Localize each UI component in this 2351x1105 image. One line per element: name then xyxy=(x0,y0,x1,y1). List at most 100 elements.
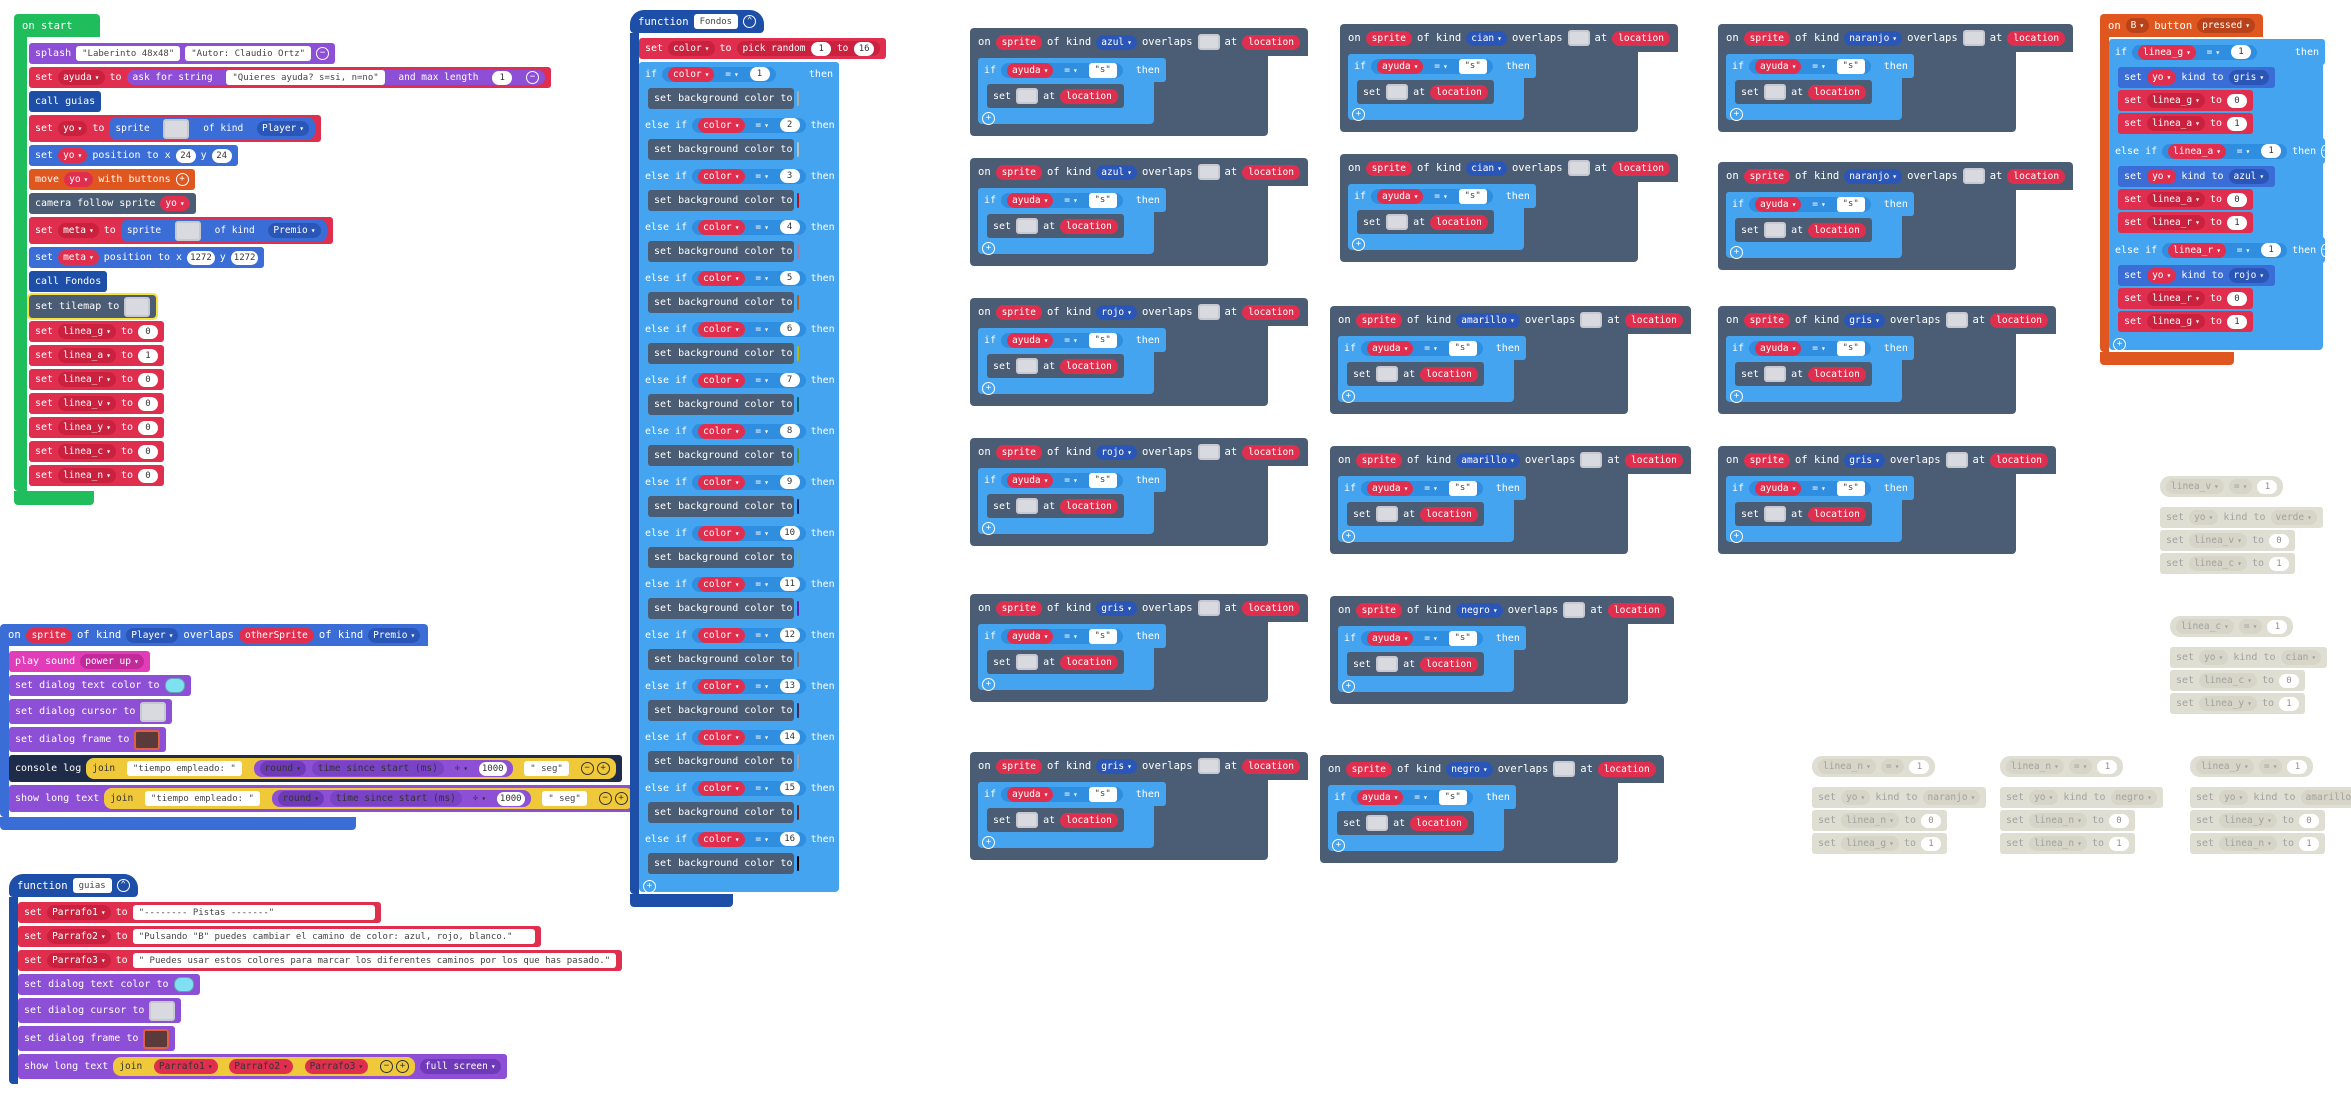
tile-image-icon[interactable] xyxy=(1962,30,1985,46)
tile-image-icon[interactable] xyxy=(1945,312,1968,328)
add-branch-icon[interactable]: + xyxy=(982,836,995,849)
guias-hat[interactable]: function guias ⌃ xyxy=(9,874,138,897)
set-background-color-block[interactable]: set background color to xyxy=(648,751,800,772)
disabled-block-group[interactable]: linea_y = 1 setyokind toamarillo setline… xyxy=(2190,756,2351,856)
if-branch-row[interactable]: else if color = 14 then − xyxy=(639,725,848,749)
if-row[interactable]: if ayuda = "s" then xyxy=(1328,785,1516,809)
tile-image-icon[interactable] xyxy=(1567,160,1590,176)
color-swatch[interactable] xyxy=(797,754,800,769)
if-block[interactable]: if ayuda = "s" then set at location + xyxy=(1338,626,1526,693)
disabled-set-var[interactable]: setlinea_cto0 xyxy=(2170,670,2305,691)
disabled-block-group[interactable]: linea_c = 1 setyokind tocian setlinea_ct… xyxy=(2170,616,2328,716)
set-background-color-block[interactable]: set background color to xyxy=(648,547,800,568)
set-var-block[interactable]: setlinea_vto0 xyxy=(29,393,164,414)
if-block[interactable]: if ayuda = "s" then set at location + xyxy=(1726,54,1914,121)
disabled-set-var[interactable]: setlinea_yto1 xyxy=(2170,693,2305,714)
tile-image-icon[interactable] xyxy=(1376,366,1399,382)
call-guias-block[interactable]: call guias xyxy=(29,91,102,112)
if-block[interactable]: if ayuda = "s" then set at location + xyxy=(978,58,1166,125)
remove-branch-icon[interactable]: − xyxy=(839,475,848,489)
tile-image-icon[interactable] xyxy=(1764,366,1787,382)
overlap-amarillo-event[interactable]: on sprite of kind amarillo overlaps at l… xyxy=(1330,446,1691,554)
disabled-set-var[interactable]: setlinea_cto1 xyxy=(2160,553,2295,574)
if-block[interactable]: if ayuda = "s" then set at location + xyxy=(978,188,1166,255)
disabled-set-var[interactable]: setlinea_nto0 xyxy=(1812,810,1947,831)
set-background-color-block[interactable]: set background color to xyxy=(648,853,800,874)
tile-image-icon[interactable] xyxy=(1386,84,1409,100)
set-tile-block[interactable]: set at location xyxy=(987,494,1124,518)
tile-image-icon[interactable] xyxy=(1197,600,1220,616)
tile-image-icon[interactable] xyxy=(1386,214,1409,230)
overlap-amarillo-event[interactable]: on sprite of kind amarillo overlaps at l… xyxy=(1330,306,1691,414)
if-row[interactable]: if ayuda = "s" then xyxy=(1348,54,1536,78)
overlap-hat[interactable]: on sprite of kind negro overlaps at loca… xyxy=(1320,755,1664,783)
remove-branch-icon[interactable]: − xyxy=(839,832,848,846)
console-log-block[interactable]: console log join "tiempo empleado: " rou… xyxy=(9,755,622,782)
overlap-cian-event[interactable]: on sprite of kind cian overlaps at locat… xyxy=(1340,24,1678,132)
remove-arg-icon[interactable]: − xyxy=(316,47,330,60)
set-meta-position-block[interactable]: setmetaposition to x1272y1272 xyxy=(29,247,265,268)
add-branch-icon[interactable]: + xyxy=(1352,108,1365,121)
color-swatch[interactable] xyxy=(797,193,800,208)
show-long-text-block[interactable]: show long text join Parrafo1 Parrafo2 Pa… xyxy=(18,1054,507,1079)
tile-image-icon[interactable] xyxy=(1580,312,1603,328)
if-branch-row[interactable]: if color = 1 then xyxy=(639,62,839,86)
set-parrafo1-block[interactable]: setParrafo1to"-------- Pistas -------" xyxy=(18,902,381,923)
function-guias[interactable]: functionguias⌃ setParrafo1to"-------- Pi… xyxy=(9,874,623,1084)
overlap-hat[interactable]: on sprite of kind gris overlaps at locat… xyxy=(1718,306,2056,334)
add-branch-icon[interactable]: + xyxy=(643,880,656,893)
set-background-color-block[interactable]: set background color to xyxy=(648,649,800,670)
if-block[interactable]: if ayuda = "s" then set at location + xyxy=(978,782,1166,849)
remove-branch-icon[interactable]: − xyxy=(839,730,848,744)
disabled-block-group[interactable]: linea_v = 1 setyokind toverde setlinea_v… xyxy=(2160,476,2323,576)
set-tile-block[interactable]: set at location xyxy=(987,650,1124,674)
add-arg-icon[interactable]: + xyxy=(614,792,628,805)
overlap-azul-event[interactable]: on sprite of kind azul overlaps at locat… xyxy=(970,158,1308,266)
tile-image-icon[interactable] xyxy=(1016,358,1039,374)
set-ayuda-block[interactable]: setayudatoask for string "Quieres ayuda?… xyxy=(29,67,551,88)
overlap-rojo-event[interactable]: on sprite of kind rojo overlaps at locat… xyxy=(970,298,1308,406)
set-background-color-block[interactable]: set background color to xyxy=(648,445,800,466)
set-var-block[interactable]: setlinea_rto0 xyxy=(29,369,164,390)
disabled-set-var[interactable]: setlinea_nto1 xyxy=(2190,833,2325,854)
set-tile-block[interactable]: set at location xyxy=(1735,218,1872,242)
set-color-random-block[interactable]: setcolortopick random 1 to 16 xyxy=(639,38,887,59)
remove-branch-icon[interactable]: − xyxy=(2321,243,2329,257)
if-branch-row[interactable]: else if color = 16 then − xyxy=(639,827,848,851)
cursor-image-icon[interactable] xyxy=(140,701,167,722)
if-row[interactable]: if ayuda = "s" then xyxy=(978,624,1166,648)
if-row[interactable]: if ayuda = "s" then xyxy=(1726,336,1914,360)
if-branch-row[interactable]: else if linea_a = 1 then − xyxy=(2109,138,2329,164)
set-background-color-block[interactable]: set background color to xyxy=(648,190,800,211)
set-kind-block[interactable]: setyokind togris xyxy=(2118,67,2276,88)
overlap-rojo-event[interactable]: on sprite of kind rojo overlaps at locat… xyxy=(970,438,1308,546)
disabled-set-var[interactable]: setlinea_yto0 xyxy=(2190,810,2325,831)
move-with-buttons-block[interactable]: moveyowith buttons+ xyxy=(29,169,195,190)
if-branch-row[interactable]: else if color = 9 then − xyxy=(639,470,848,494)
buttonb-if-chain[interactable]: if linea_g = 1 then setyokind togris set… xyxy=(2109,39,2329,351)
tile-image-icon[interactable] xyxy=(1016,654,1039,670)
set-background-color-block[interactable]: set background color to xyxy=(648,598,800,619)
set-tile-block[interactable]: set at location xyxy=(1735,80,1872,104)
color-swatch[interactable] xyxy=(797,550,800,565)
overlap-naranjo-event[interactable]: on sprite of kind naranjo overlaps at lo… xyxy=(1718,24,2074,132)
color-swatch[interactable] xyxy=(797,244,800,259)
add-branch-icon[interactable]: + xyxy=(982,382,995,395)
remove-branch-icon[interactable]: − xyxy=(839,220,848,234)
remove-branch-icon[interactable]: − xyxy=(2321,144,2329,158)
set-var-block[interactable]: setlinea_rto1 xyxy=(2118,212,2253,233)
remove-arg-icon[interactable]: − xyxy=(598,792,612,805)
add-arg-icon[interactable]: + xyxy=(596,762,610,775)
disabled-set-var[interactable]: setlinea_gto1 xyxy=(1812,833,1947,854)
if-row[interactable]: if ayuda = "s" then xyxy=(1338,626,1526,650)
remove-branch-icon[interactable]: − xyxy=(839,781,848,795)
button-b-hat[interactable]: on B button pressed xyxy=(2100,14,2264,37)
color-swatch[interactable] xyxy=(797,652,800,667)
set-background-color-block[interactable]: set background color to xyxy=(648,496,800,517)
if-row[interactable]: if ayuda = "s" then xyxy=(978,328,1166,352)
disabled-set-var[interactable]: setlinea_nto1 xyxy=(2000,833,2135,854)
if-branch-row[interactable]: else if color = 2 then − xyxy=(639,113,848,137)
disabled-set-kind[interactable]: setyokind toverde xyxy=(2160,507,2323,528)
dialog-cursor-block[interactable]: set dialog cursor to xyxy=(9,699,173,724)
remove-arg-icon[interactable]: − xyxy=(580,762,594,775)
